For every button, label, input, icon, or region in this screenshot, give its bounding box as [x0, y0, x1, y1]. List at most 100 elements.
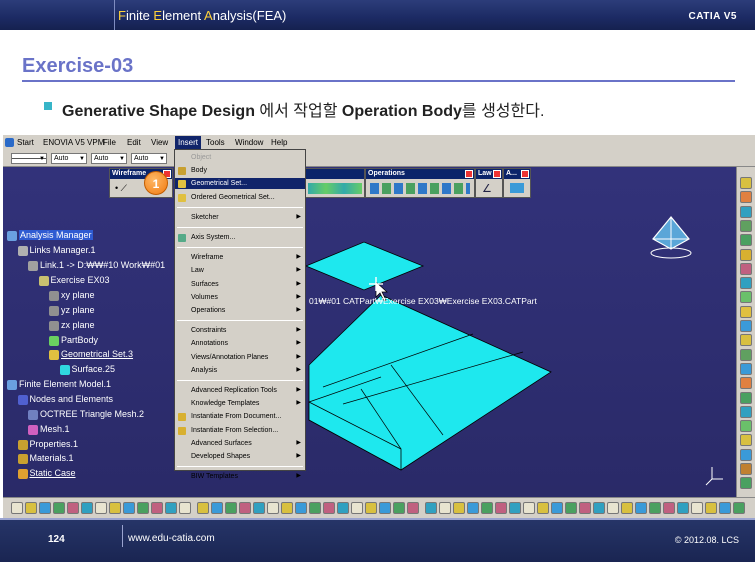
tool-icon[interactable] — [740, 334, 752, 347]
tool-icon[interactable] — [733, 502, 745, 514]
tool-icon[interactable] — [740, 205, 752, 218]
insert-menu-item[interactable]: Instantiate From Selection... — [175, 425, 305, 436]
menu-tools[interactable]: Tools — [206, 138, 225, 147]
tool-icon[interactable] — [151, 502, 163, 514]
style-combo[interactable] — [11, 153, 47, 164]
insert-menu-item[interactable]: BIW Templates ▶ — [175, 471, 305, 482]
tool-icon[interactable] — [593, 502, 605, 514]
tool-icon[interactable] — [740, 219, 752, 232]
tool-icon[interactable] — [740, 348, 752, 361]
tool-icon[interactable] — [740, 362, 752, 375]
tool-icon[interactable] — [179, 502, 191, 514]
insert-menu-item[interactable]: Developed Shapes ▶ — [175, 451, 305, 462]
menu-edit[interactable]: Edit — [127, 138, 141, 147]
tree-node[interactable]: Analysis Manager — [7, 230, 93, 241]
tool-icon[interactable] — [439, 502, 451, 514]
tool-icon[interactable] — [509, 502, 521, 514]
tool-icon[interactable] — [691, 502, 703, 514]
tool-icon[interactable] — [740, 320, 752, 332]
tool-icon[interactable] — [537, 502, 549, 514]
tool-icon[interactable] — [740, 248, 752, 261]
menu-start[interactable]: Start — [17, 138, 34, 147]
tool-icon[interactable] — [740, 262, 752, 275]
insert-menu-item[interactable]: Operations ▶ — [175, 305, 305, 316]
tool-icon[interactable] — [267, 502, 279, 514]
tool-icon[interactable] — [53, 502, 65, 514]
insert-menu-item[interactable]: Annotations ▶ — [175, 338, 305, 349]
insert-menu-item[interactable]: Advanced Replication Tools ▶ — [175, 385, 305, 396]
tree-node[interactable]: Static Case — [17, 468, 76, 479]
insert-menu-item[interactable]: Volumes ▶ — [175, 292, 305, 303]
tool-icon[interactable] — [295, 502, 307, 514]
surface-patch-top[interactable] — [304, 241, 425, 291]
tree-node[interactable]: Links Manager.1 — [17, 245, 96, 256]
tree-node[interactable]: zx plane — [49, 320, 95, 331]
tree-node[interactable]: yz plane — [49, 305, 95, 316]
tool-icon[interactable] — [740, 291, 752, 304]
insert-menu-item[interactable]: Ordered Geometrical Set... — [175, 192, 305, 203]
tool-icon[interactable] — [379, 502, 391, 514]
menu-help[interactable]: Help — [271, 138, 287, 147]
tool-icon[interactable] — [95, 502, 107, 514]
tool-icon[interactable] — [551, 502, 563, 514]
insert-menu-item[interactable]: Constraints ▶ — [175, 325, 305, 336]
toolbar-a[interactable]: A... — [503, 168, 531, 198]
tool-icon[interactable] — [407, 502, 419, 514]
tree-node[interactable]: Materials.1 — [17, 453, 74, 464]
tool-icon[interactable] — [323, 502, 335, 514]
tool-icon[interactable] — [123, 502, 135, 514]
tool-icon[interactable] — [740, 377, 752, 390]
insert-menu-item[interactable]: Instantiate From Document... — [175, 411, 305, 422]
tool-icon[interactable] — [481, 502, 493, 514]
style-combo[interactable]: Auto — [51, 153, 87, 164]
tool-icon[interactable] — [109, 502, 121, 514]
insert-menu-item[interactable]: Advanced Surfaces ▶ — [175, 438, 305, 449]
tool-icon[interactable] — [11, 502, 23, 514]
tool-icon[interactable] — [649, 502, 661, 514]
operations-tools-icon[interactable] — [370, 183, 470, 194]
tool-icon[interactable] — [740, 234, 752, 247]
compass-icon[interactable] — [650, 216, 692, 259]
surface-tools-icon[interactable] — [308, 183, 362, 194]
tool-icon[interactable] — [523, 502, 535, 514]
tool-icon[interactable] — [25, 502, 37, 514]
style-combo[interactable]: Auto — [91, 153, 127, 164]
insert-menu-item[interactable]: Law ▶ — [175, 265, 305, 276]
tool-icon[interactable] — [225, 502, 237, 514]
tree-node[interactable]: Finite Element Model.1 — [7, 379, 111, 390]
menu-window[interactable]: Window — [235, 138, 263, 147]
style-combo[interactable]: Auto — [131, 153, 167, 164]
tree-node[interactable]: Nodes and Elements — [17, 394, 113, 405]
insert-menu-item[interactable]: Analysis ▶ — [175, 365, 305, 376]
tool-icon[interactable] — [337, 502, 349, 514]
insert-menu-item[interactable]: Knowledge Templates ▶ — [175, 398, 305, 409]
tool-icon[interactable] — [740, 305, 752, 318]
tree-node[interactable]: OCTREE Triangle Mesh.2 — [28, 409, 144, 420]
tool-icon[interactable] — [740, 463, 752, 475]
tool-icon[interactable] — [740, 391, 752, 404]
point-icon[interactable]: • ⟋ — [115, 183, 127, 194]
tool-icon[interactable] — [621, 502, 633, 514]
3d-viewport[interactable]: Analysis Manager Links Manager.1 Link.1 ->… — [3, 167, 736, 497]
toolbar-law[interactable]: Law ∠ — [475, 168, 503, 198]
tool-icon[interactable] — [39, 502, 51, 514]
insert-menu-item[interactable]: Geometrical Set... — [175, 178, 305, 190]
tool-icon[interactable] — [740, 448, 752, 461]
tool-icon[interactable] — [365, 502, 377, 514]
tool-icon[interactable] — [705, 502, 717, 514]
tool-icon[interactable] — [565, 502, 577, 514]
tool-icon[interactable] — [453, 502, 465, 514]
menu-file[interactable]: File — [103, 138, 116, 147]
menu-view[interactable]: View — [151, 138, 168, 147]
tool-icon[interactable] — [351, 502, 363, 514]
close-icon[interactable] — [465, 170, 473, 178]
insert-menu-item[interactable]: Axis System... — [175, 232, 305, 243]
tool-icon[interactable] — [67, 502, 79, 514]
tool-icon[interactable] — [719, 502, 731, 514]
tool-icon[interactable] — [740, 277, 752, 290]
tool-icon[interactable] — [740, 434, 752, 447]
tool-icon[interactable] — [740, 191, 752, 204]
a-tool-icon[interactable] — [510, 183, 524, 193]
tool-icon[interactable] — [740, 405, 752, 418]
tool-icon[interactable] — [253, 502, 265, 514]
